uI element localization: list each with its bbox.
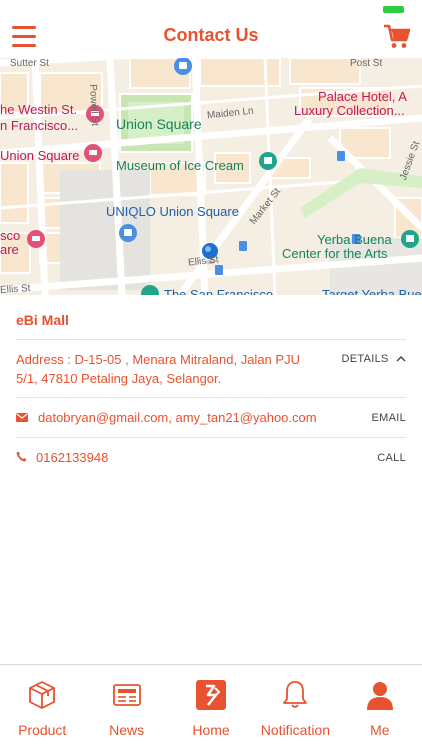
- details-label: DETAILS: [341, 353, 389, 365]
- nav-item-me[interactable]: Me: [338, 665, 422, 750]
- divider: [16, 397, 406, 398]
- chevron-up-icon: [396, 356, 406, 362]
- address-text: Address : D-15-05 , Menara Mitraland, Ja…: [16, 350, 326, 388]
- bottom-nav: Product News Home Notification Me: [0, 664, 422, 750]
- map-place-label: Palace Hotel, A: [318, 89, 407, 104]
- bell-icon: [283, 681, 308, 708]
- map-place-label: Luxury Collection...: [294, 103, 405, 118]
- map-place-label: Target Yerba Bue: [322, 287, 422, 295]
- address-line: Address : D-15-05 , Menara Mitraland, Ja…: [16, 352, 300, 367]
- envelope-icon: [16, 413, 28, 422]
- nav-label: Me: [370, 722, 390, 738]
- box-icon: [29, 681, 56, 709]
- map-place-label: Union Square: [116, 116, 202, 132]
- details-button[interactable]: DETAILS: [342, 353, 407, 365]
- nav-label: Notification: [260, 722, 331, 738]
- cart-icon[interactable]: [383, 24, 411, 50]
- map-place-label: n Francisco...: [0, 118, 79, 133]
- divider: [16, 339, 406, 340]
- email-text[interactable]: datobryan@gmail.com, amy_tan21@yahoo.com: [38, 410, 317, 425]
- nav-item-notification[interactable]: Notification: [253, 665, 337, 750]
- newspaper-icon: [112, 684, 141, 706]
- location-map[interactable]: Sutter St Post St Powell St Maiden Ln Ma…: [0, 58, 422, 295]
- street-label: Post St: [350, 58, 383, 69]
- street-label: Powell St: [87, 84, 101, 127]
- map-place-label: sco: [0, 228, 21, 243]
- nav-label: Home: [192, 722, 230, 738]
- map-place-label: The San Francisco: [164, 287, 274, 295]
- battery-indicator: [383, 6, 404, 13]
- nav-label: News: [109, 722, 145, 738]
- nav-item-news[interactable]: News: [84, 665, 168, 750]
- address-line: 5/1, 47810 Petaling Jaya, Selangor.: [16, 371, 222, 386]
- map-place-label: he Westin St.: [0, 102, 78, 117]
- nav-label: Product: [18, 722, 67, 738]
- map-place-label: Yerba Buena: [317, 232, 392, 247]
- email-button[interactable]: EMAIL: [371, 412, 406, 424]
- home-logo-icon: [196, 680, 227, 710]
- map-place-label: are: [0, 242, 19, 257]
- nav-item-home[interactable]: Home: [169, 665, 253, 750]
- nav-item-product[interactable]: Product: [0, 665, 84, 750]
- map-place-label: Museum of Ice Cream: [116, 158, 244, 173]
- street-label: Ellis St: [0, 282, 31, 295]
- divider: [16, 437, 406, 438]
- phone-text[interactable]: 0162133948: [36, 450, 108, 465]
- map-place-label: UNIQLO Union Square: [106, 204, 239, 219]
- call-button[interactable]: CALL: [377, 452, 406, 464]
- user-icon: [366, 682, 393, 710]
- store-name: eBi Mall: [16, 312, 69, 328]
- street-label: Sutter St: [10, 58, 49, 69]
- app-header: Contact Us: [0, 0, 422, 58]
- map-place-label: Center for the Arts: [282, 246, 388, 261]
- phone-icon: [16, 451, 27, 462]
- page-title: Contact Us: [163, 25, 259, 45]
- map-place-label: Union Square: [0, 148, 80, 163]
